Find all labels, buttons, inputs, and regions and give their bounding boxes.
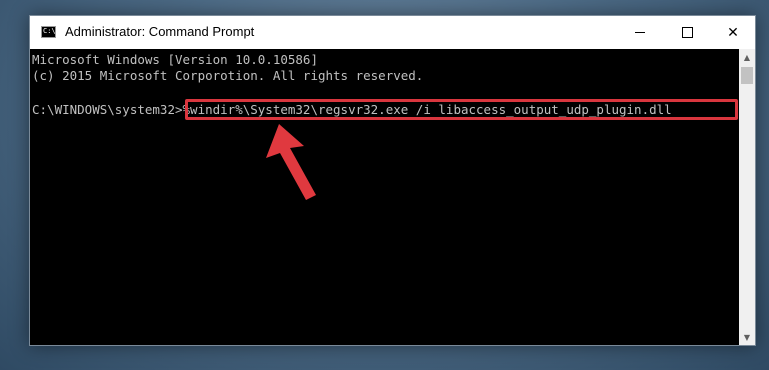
command-highlight-box — [185, 99, 738, 120]
scrollbar-thumb[interactable] — [741, 67, 753, 84]
cmd-icon: C:\ — [41, 26, 56, 38]
maximize-icon — [681, 27, 693, 38]
command-prompt-window: C:\ Administrator: Command Prompt ✕ Micr… — [29, 15, 756, 346]
prompt-text: C:\WINDOWS\system32> — [32, 102, 183, 117]
maximize-button[interactable] — [664, 16, 710, 49]
close-button[interactable]: ✕ — [710, 16, 756, 49]
scroll-down-arrow-icon[interactable]: ▼ — [739, 329, 755, 345]
console-line: (c) 2015 Microsoft Corporotion. All righ… — [32, 68, 424, 83]
close-icon: ✕ — [727, 24, 739, 41]
window-title: Administrator: Command Prompt — [65, 24, 255, 39]
console-output[interactable]: Microsoft Windows [Version 10.0.10586] (… — [30, 49, 739, 345]
title-bar[interactable]: C:\ Administrator: Command Prompt ✕ — [30, 16, 755, 49]
scroll-up-arrow-icon[interactable]: ▲ — [739, 49, 755, 65]
cmd-icon-label: C:\ — [43, 27, 56, 35]
minimize-button[interactable] — [617, 16, 663, 49]
vertical-scrollbar[interactable]: ▲ ▼ — [739, 49, 755, 345]
minimize-icon — [635, 32, 645, 33]
red-arrow-icon — [266, 124, 316, 200]
console-line: Microsoft Windows [Version 10.0.10586] — [32, 52, 318, 67]
